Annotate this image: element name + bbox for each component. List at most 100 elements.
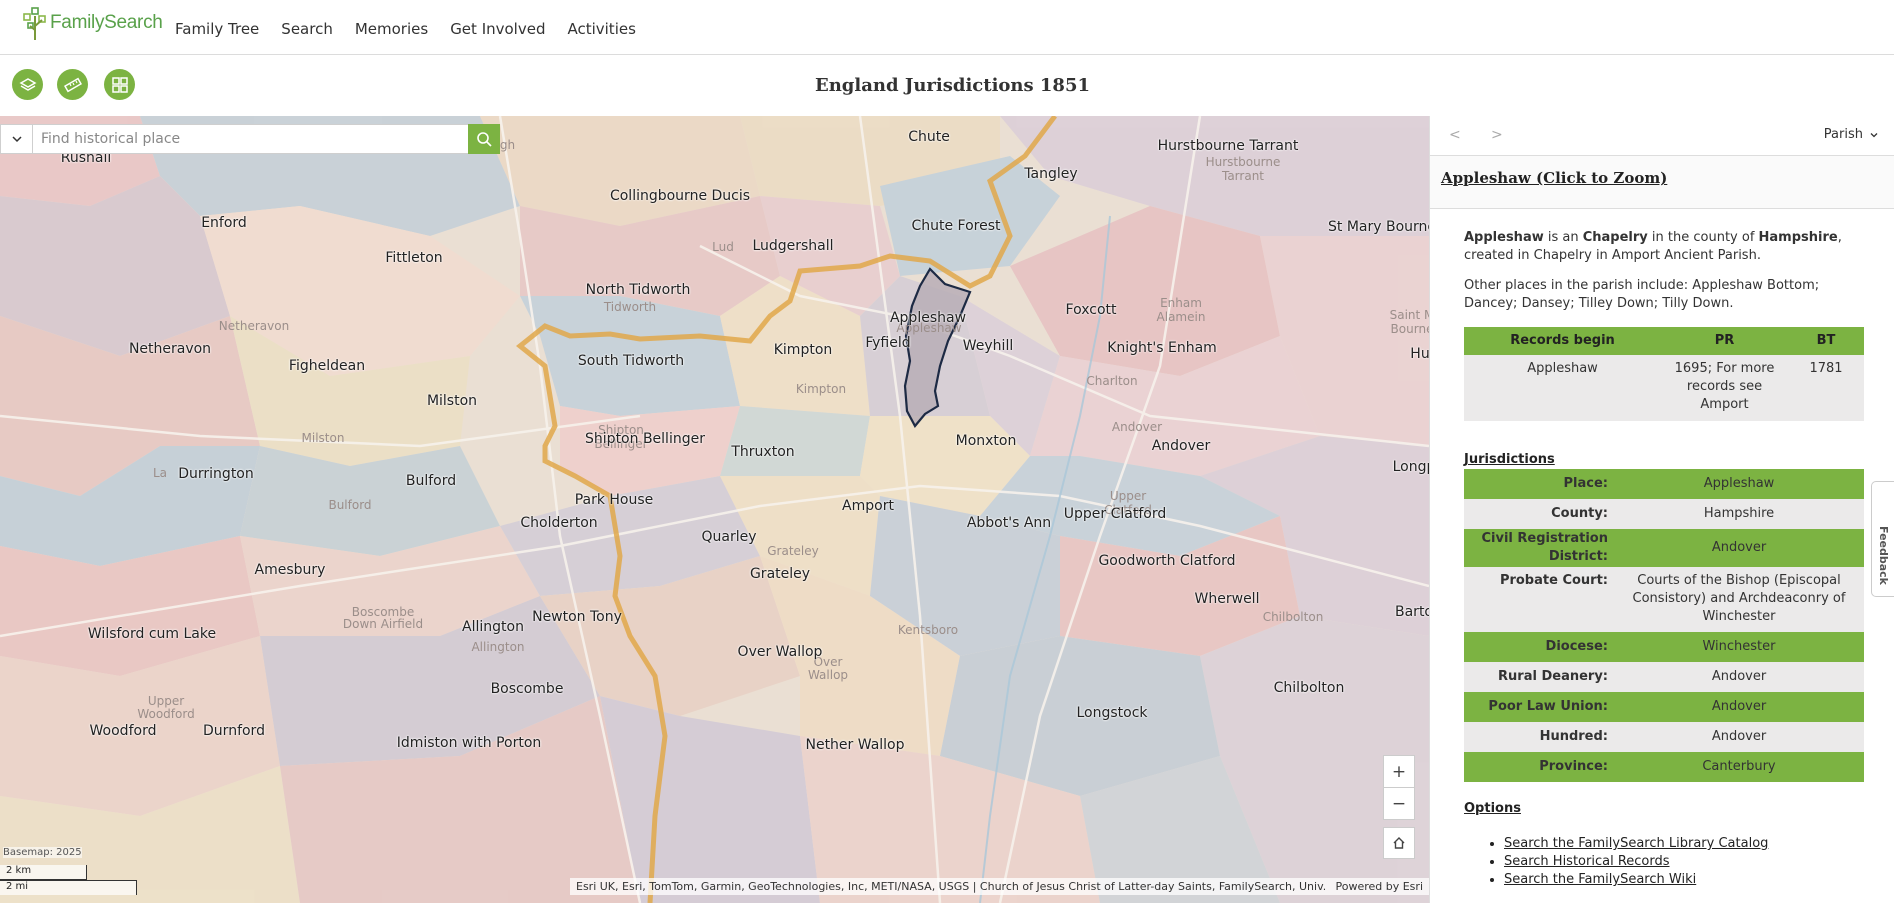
place-label: Monxton [955, 433, 1017, 449]
place-name: Appleshaw [1464, 230, 1544, 245]
place-label: Wilsford cum Lake [87, 626, 217, 642]
place-label: La [152, 466, 168, 480]
desc-county-pre: in the county of [1647, 230, 1759, 245]
place-label: Bulford [405, 473, 457, 489]
place-label: Kentsboro [897, 623, 959, 637]
records-header-row: Records begin PR BT [1464, 327, 1864, 355]
nav-memories[interactable]: Memories [355, 20, 428, 38]
place-label: Netheravon [218, 319, 290, 333]
level-select[interactable]: Parish [1824, 127, 1879, 142]
records-cell: Appleshaw [1464, 355, 1661, 421]
nav-get-involved[interactable]: Get Involved [450, 20, 545, 38]
options-title[interactable]: Options [1464, 800, 1864, 818]
jurisdiction-value: Hampshire [1614, 499, 1864, 529]
place-label: Saint M [1389, 308, 1429, 322]
jurisdiction-key: Diocese: [1464, 632, 1614, 662]
place-label: Appleshaw [889, 310, 967, 326]
place-label: Longstock [1076, 705, 1148, 721]
page-title: England Jurisdictions 1851 [814, 75, 1091, 96]
place-label: Kimpton [773, 342, 833, 358]
previous-place-button[interactable]: < [1449, 127, 1461, 143]
option-wiki-link[interactable]: Search the FamilySearch Wiki [1504, 871, 1864, 889]
map-view[interactable]: EverleighLudTidworthNetheravonKimptonApp… [0, 116, 1429, 903]
records-cell: 1781 [1788, 355, 1864, 421]
scale-km: 2 km [0, 865, 87, 880]
search-icon [477, 132, 492, 147]
place-label: Tarrant [1221, 169, 1265, 183]
jurisdiction-key: County: [1464, 499, 1614, 529]
search-input[interactable] [33, 125, 468, 153]
place-label: Fittleton [385, 250, 443, 266]
place-county: Hampshire [1758, 230, 1838, 245]
jurisdiction-value: Appleshaw [1614, 469, 1864, 499]
desc-is: is an [1543, 230, 1583, 245]
place-label: Enford [201, 215, 247, 231]
home-button[interactable] [1383, 827, 1415, 859]
search-button[interactable] [468, 124, 500, 154]
place-label: South Tidworth [577, 353, 685, 369]
place-label: Hu [1410, 346, 1429, 362]
logo-text: FamilySearch [50, 12, 163, 33]
jurisdiction-row: Hundred: Andover [1464, 722, 1864, 752]
jurisdiction-value: Courts of the Bishop (Episcopal Consisto… [1614, 567, 1864, 632]
next-place-button[interactable]: > [1491, 127, 1503, 143]
place-label: Idmiston with Porton [396, 735, 542, 751]
nav-family-tree[interactable]: Family Tree [175, 20, 259, 38]
place-label: Knight's Enham [1107, 340, 1217, 356]
place-label: Enham [1160, 296, 1202, 310]
jurisdiction-key: Rural Deanery: [1464, 662, 1614, 692]
nav-search[interactable]: Search [281, 20, 333, 38]
jurisdiction-row: Poor Law Union: Andover [1464, 692, 1864, 722]
place-label: Netheravon [128, 341, 212, 357]
map-toolbar: England Jurisdictions 1851 [0, 56, 1894, 116]
place-label: Grateley [749, 566, 811, 582]
option-historical-records-link[interactable]: Search Historical Records [1504, 853, 1864, 871]
panel-header: Appleshaw (Click to Zoom) [1430, 156, 1894, 209]
place-label: Quarley [701, 529, 757, 545]
jurisdiction-row: Rural Deanery: Andover [1464, 662, 1864, 692]
place-label: Barto [1395, 604, 1429, 620]
jurisdiction-row: Province: Canterbury [1464, 752, 1864, 782]
place-label: Chute [908, 129, 950, 145]
chevron-down-icon [11, 136, 22, 143]
jurisdiction-key: Hundred: [1464, 722, 1614, 752]
zoom-in-button[interactable]: + [1384, 756, 1414, 787]
place-label: Thruxton [731, 444, 795, 460]
place-label: Goodworth Clatford [1098, 553, 1236, 569]
powered-by-esri[interactable]: Powered by Esri [1325, 880, 1429, 893]
home-icon [1393, 837, 1405, 849]
option-library-catalog-link[interactable]: Search the FamilySearch Library Catalog [1504, 835, 1864, 853]
place-info-panel: < > Parish Appleshaw (Click to Zoom) App… [1429, 116, 1894, 903]
place-label: Collingbourne Ducis [609, 188, 751, 204]
place-label: Durrington [178, 466, 254, 482]
map-basemap[interactable] [0, 116, 1429, 903]
place-search [0, 124, 500, 154]
parish-regions [0, 116, 1429, 903]
records-table: Records begin PR BT Appleshaw 1695; For … [1464, 327, 1864, 421]
main-nav: Family Tree Search Memories Get Involved… [175, 20, 658, 38]
place-label: Newton Tony [532, 609, 622, 625]
place-label: Allington [462, 619, 524, 635]
place-label: Cholderton [520, 515, 598, 531]
nav-activities[interactable]: Activities [567, 20, 635, 38]
feedback-label: Feedback [1877, 526, 1890, 585]
feedback-tab[interactable]: Feedback [1871, 481, 1894, 597]
place-label: North Tidworth [585, 282, 691, 298]
search-scope-dropdown[interactable] [1, 125, 33, 153]
records-header: Records begin [1464, 327, 1661, 355]
place-zoom-link[interactable]: Appleshaw (Click to Zoom) [1441, 169, 1667, 187]
zoom-control: + − [1383, 755, 1415, 820]
familysearch-logo[interactable]: FamilySearch [22, 5, 163, 41]
jurisdiction-key: Poor Law Union: [1464, 692, 1614, 722]
place-label: Abbot's Ann [966, 515, 1052, 531]
place-label: Charlton [1086, 374, 1138, 388]
place-label: Kimpton [795, 382, 847, 396]
place-description: Appleshaw is an Chapelry in the county o… [1464, 229, 1864, 265]
place-label: Bulford [328, 498, 372, 512]
panel-body: Appleshaw is an Chapelry in the county o… [1464, 229, 1864, 889]
jurisdiction-row: Place: Appleshaw [1464, 469, 1864, 499]
basemap-label: Basemap: 2025 [3, 847, 82, 858]
place-label: Chilbolton [1262, 610, 1324, 624]
zoom-out-button[interactable]: − [1384, 787, 1414, 819]
jurisdictions-title[interactable]: Jurisdictions [1464, 451, 1864, 469]
